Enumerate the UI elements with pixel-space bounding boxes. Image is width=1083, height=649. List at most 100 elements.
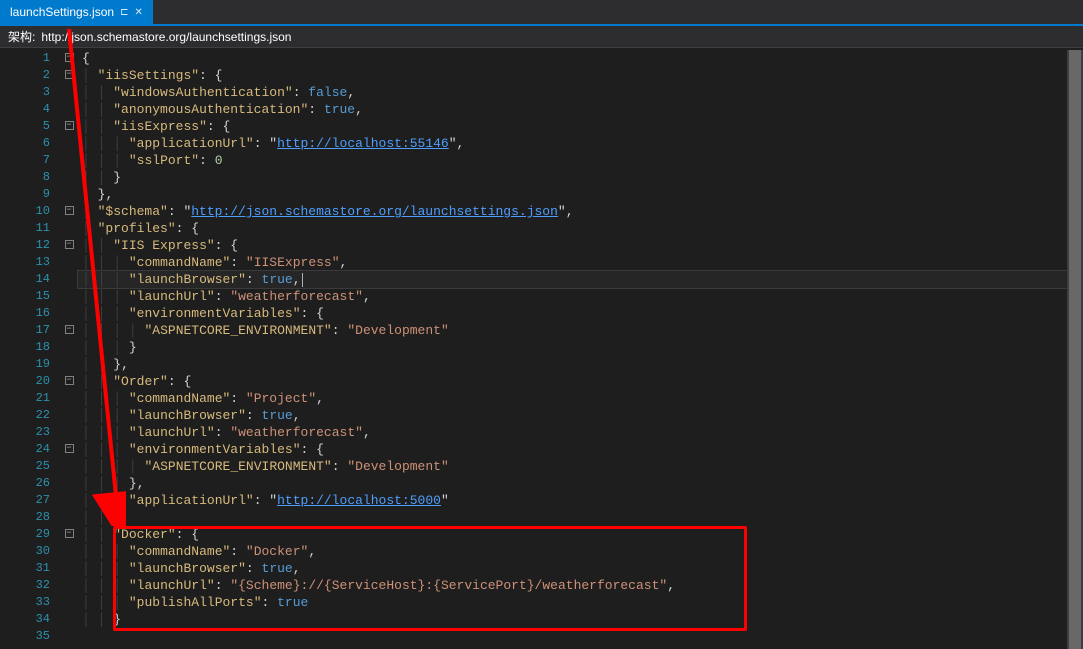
fold-minus-icon[interactable]: − (65, 529, 74, 538)
fold-cell (60, 390, 78, 407)
fold-minus-icon[interactable]: − (65, 53, 74, 62)
fold-cell[interactable]: − (60, 526, 78, 543)
line-number: 4 (0, 101, 50, 118)
code-line[interactable]: │ │ │ "applicationUrl": "http://localhos… (78, 135, 1083, 152)
code-line[interactable]: │ │ │ "commandName": "Project", (78, 390, 1083, 407)
code-line[interactable]: │ │ "IIS Express": { (78, 237, 1083, 254)
code-line[interactable]: │ │ │ } (78, 339, 1083, 356)
fold-cell[interactable]: − (60, 441, 78, 458)
code-line[interactable]: │ │ │ "applicationUrl": "http://localhos… (78, 492, 1083, 509)
line-number: 14 (0, 271, 50, 288)
fold-cell[interactable]: − (60, 67, 78, 84)
tab-bar: launchSettings.json ⊏ ✕ (0, 0, 1083, 26)
code-line[interactable] (78, 628, 1083, 645)
code-line[interactable]: │ │ │ "commandName": "IISExpress", (78, 254, 1083, 271)
code-line[interactable]: │ "profiles": { (78, 220, 1083, 237)
line-number: 33 (0, 594, 50, 611)
fold-cell (60, 152, 78, 169)
line-number: 18 (0, 339, 50, 356)
schema-url-input[interactable] (41, 30, 1075, 44)
line-number: 6 (0, 135, 50, 152)
fold-gutter[interactable]: − − − − − − − − − (60, 48, 78, 647)
line-number: 16 (0, 305, 50, 322)
fold-cell[interactable]: − (60, 237, 78, 254)
code-line[interactable]: │ │ │ "launchBrowser": true, (78, 560, 1083, 577)
vertical-scrollbar[interactable] (1067, 50, 1083, 649)
line-number: 8 (0, 169, 50, 186)
line-number: 32 (0, 577, 50, 594)
code-line[interactable]: │ │ │ "launchUrl": "weatherforecast", (78, 288, 1083, 305)
scrollbar-thumb[interactable] (1069, 50, 1081, 649)
fold-cell (60, 509, 78, 526)
fold-cell (60, 135, 78, 152)
fold-cell (60, 288, 78, 305)
line-number: 31 (0, 560, 50, 577)
code-line[interactable]: { (78, 50, 1083, 67)
fold-cell (60, 339, 78, 356)
fold-cell (60, 628, 78, 645)
line-number: 21 (0, 390, 50, 407)
code-line[interactable]: │ │ }, (78, 356, 1083, 373)
line-number: 23 (0, 424, 50, 441)
fold-minus-icon[interactable]: − (65, 70, 74, 79)
fold-minus-icon[interactable]: − (65, 121, 74, 130)
fold-cell (60, 356, 78, 373)
code-line[interactable]: │ │ │ │ "ASPNETCORE_ENVIRONMENT": "Devel… (78, 322, 1083, 339)
code-line[interactable]: │ │ "anonymousAuthentication": true, (78, 101, 1083, 118)
fold-cell (60, 305, 78, 322)
line-number: 35 (0, 628, 50, 645)
fold-cell (60, 611, 78, 628)
code-area[interactable]: {│ "iisSettings": {│ │ "windowsAuthentic… (78, 48, 1083, 647)
fold-cell[interactable]: − (60, 322, 78, 339)
code-line[interactable]: │ │ │ }, (78, 475, 1083, 492)
code-line[interactable]: │ │ │ "launchUrl": "{Scheme}://{ServiceH… (78, 577, 1083, 594)
fold-cell (60, 594, 78, 611)
line-number: 1 (0, 50, 50, 67)
schema-bar: 架构: (0, 26, 1083, 48)
fold-minus-icon[interactable]: − (65, 444, 74, 453)
pin-icon[interactable]: ⊏ (120, 7, 128, 18)
fold-cell[interactable]: − (60, 373, 78, 390)
code-editor[interactable]: 1234567891011121314151617181920212223242… (0, 48, 1083, 647)
code-line[interactable]: │ │ "Order": { (78, 373, 1083, 390)
fold-cell (60, 101, 78, 118)
fold-cell[interactable]: − (60, 118, 78, 135)
fold-minus-icon[interactable]: − (65, 376, 74, 385)
line-number: 24 (0, 441, 50, 458)
code-line[interactable]: │ }, (78, 186, 1083, 203)
code-line[interactable]: │ │ "Docker": { (78, 526, 1083, 543)
fold-cell (60, 543, 78, 560)
line-number-gutter: 1234567891011121314151617181920212223242… (0, 48, 60, 647)
code-line[interactable]: │ │ "iisExpress": { (78, 118, 1083, 135)
fold-cell[interactable]: − (60, 203, 78, 220)
fold-minus-icon[interactable]: − (65, 240, 74, 249)
fold-cell (60, 407, 78, 424)
code-line[interactable]: │ "iisSettings": { (78, 67, 1083, 84)
line-number: 11 (0, 220, 50, 237)
code-line[interactable]: │ │ }, (78, 509, 1083, 526)
code-line[interactable]: │ │ │ "sslPort": 0 (78, 152, 1083, 169)
line-number: 20 (0, 373, 50, 390)
tab-launchsettings[interactable]: launchSettings.json ⊏ ✕ (0, 0, 153, 24)
fold-minus-icon[interactable]: − (65, 206, 74, 215)
line-number: 27 (0, 492, 50, 509)
code-line[interactable]: │ │ │ "publishAllPorts": true (78, 594, 1083, 611)
fold-minus-icon[interactable]: − (65, 325, 74, 334)
code-line[interactable]: │ │ │ "commandName": "Docker", (78, 543, 1083, 560)
code-line[interactable]: │ │ │ "launchBrowser": true, (78, 271, 1083, 288)
code-line[interactable]: │ "$schema": "http://json.schemastore.or… (78, 203, 1083, 220)
fold-cell (60, 84, 78, 101)
code-line[interactable]: │ │ } (78, 169, 1083, 186)
fold-cell[interactable]: − (60, 50, 78, 67)
code-line[interactable]: │ │ │ "launchUrl": "weatherforecast", (78, 424, 1083, 441)
code-line[interactable]: │ │ } (78, 611, 1083, 628)
code-line[interactable]: │ │ │ "environmentVariables": { (78, 305, 1083, 322)
line-number: 22 (0, 407, 50, 424)
code-line[interactable]: │ │ │ │ "ASPNETCORE_ENVIRONMENT": "Devel… (78, 458, 1083, 475)
code-line[interactable]: │ │ "windowsAuthentication": false, (78, 84, 1083, 101)
code-line[interactable]: │ │ │ "launchBrowser": true, (78, 407, 1083, 424)
text-caret (302, 273, 303, 287)
code-line[interactable]: │ │ │ "environmentVariables": { (78, 441, 1083, 458)
close-icon[interactable]: ✕ (134, 7, 142, 18)
fold-cell (60, 458, 78, 475)
